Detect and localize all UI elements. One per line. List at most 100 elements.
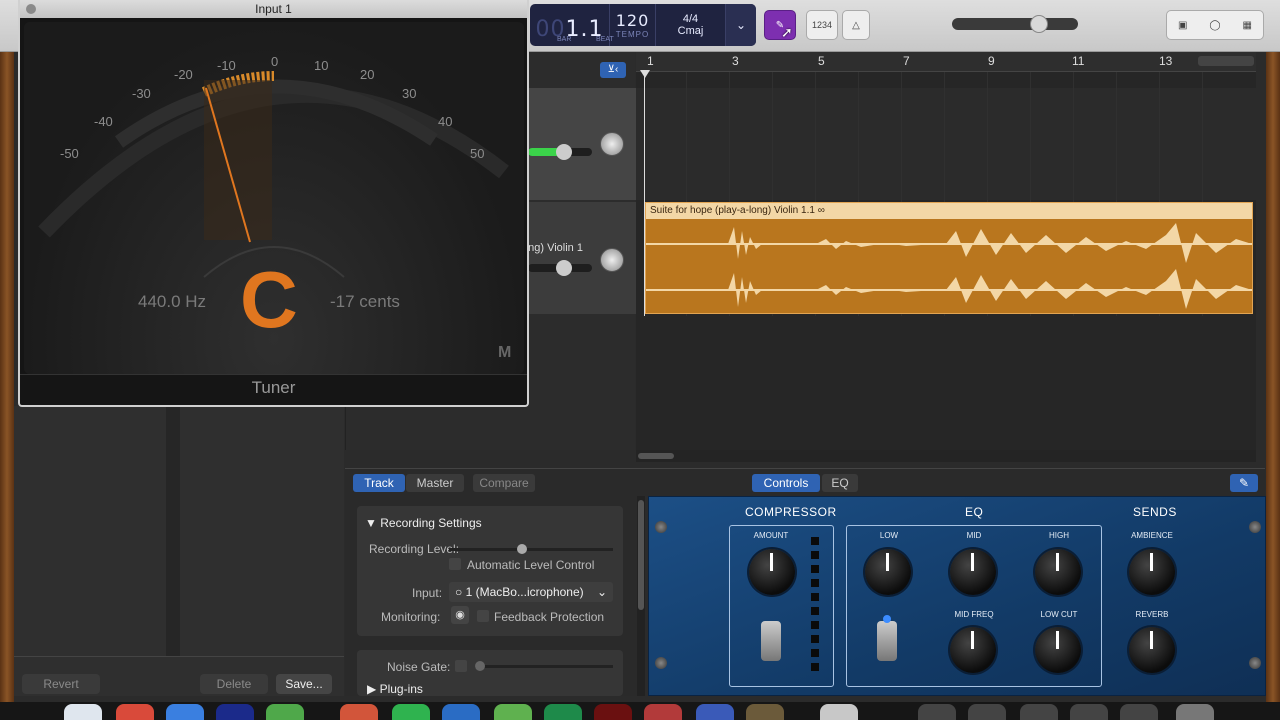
dock-app-icon[interactable]: [216, 704, 254, 720]
tempo-readout[interactable]: 120: [616, 11, 650, 30]
dock-app-icon[interactable]: [64, 704, 102, 720]
ruler-bar-1: 1: [647, 54, 654, 68]
dock-app-icon[interactable]: [696, 704, 734, 720]
track2-volume-slider[interactable]: [528, 260, 592, 276]
master-volume-thumb[interactable]: [1030, 15, 1048, 33]
dock-app-icon[interactable]: [644, 704, 682, 720]
close-window-button[interactable]: [26, 4, 36, 14]
monitoring-button[interactable]: ◉: [451, 606, 469, 624]
dock-app-icon[interactable]: [392, 704, 430, 720]
noise-gate-thumb[interactable]: [475, 661, 485, 671]
dock-app-icon[interactable]: [918, 704, 956, 720]
note-pad-icon[interactable]: ▣: [1178, 20, 1187, 31]
track1-volume-thumb[interactable]: [556, 144, 572, 160]
low-cut-label: LOW CUT: [1040, 610, 1078, 619]
ruler-bar-7: 7: [903, 54, 910, 68]
media-browser-icon[interactable]: ▦: [1243, 20, 1252, 31]
noise-gate-panel: Noise Gate: ▶ Plug-ins: [357, 650, 623, 696]
tab-master[interactable]: Master: [406, 474, 464, 492]
tab-track[interactable]: Track: [353, 474, 405, 492]
noise-gate-label: Noise Gate:: [387, 660, 451, 674]
amp-controls-rack: COMPRESSOR EQ SENDS AMOUNT LOW MID HIGH …: [648, 496, 1266, 696]
tab-controls[interactable]: Controls: [752, 474, 820, 492]
eq-toggle-switch[interactable]: [877, 615, 897, 661]
loop-browser-icon[interactable]: ◯: [1209, 20, 1220, 31]
dock-app-icon[interactable]: [442, 704, 480, 720]
ruler-bar-9: 9: [988, 54, 995, 68]
ruler[interactable]: 1 3 5 7 9 11 13: [636, 52, 1256, 72]
library-divider: [166, 406, 180, 656]
dock-app-icon[interactable]: [968, 704, 1006, 720]
region-header[interactable]: Suite for hope (play-a-long) Violin 1.1 …: [646, 203, 1252, 219]
trash-icon[interactable]: [1176, 704, 1214, 720]
horizontal-scroll-thumb[interactable]: [638, 453, 674, 459]
tab-eq[interactable]: EQ: [822, 474, 858, 492]
pencil-icon: ✎: [1238, 476, 1250, 490]
plugins-disclosure[interactable]: ▶ Plug-ins: [367, 682, 423, 696]
track2-name[interactable]: ong) Violin 1: [522, 242, 583, 254]
auto-level-checkbox[interactable]: [449, 558, 461, 570]
noise-gate-slider[interactable]: [475, 661, 613, 671]
mid-label: MID: [966, 531, 982, 540]
audio-region[interactable]: Suite for hope (play-a-long) Violin 1.1 …: [645, 202, 1253, 314]
amount-knob[interactable]: [749, 549, 795, 595]
lcd-mode-chevron-icon[interactable]: ⌄: [736, 18, 746, 32]
delete-button[interactable]: Delete: [200, 674, 268, 694]
master-volume-slider[interactable]: [952, 15, 1078, 33]
key-signature[interactable]: Cmaj: [678, 25, 704, 37]
track1-volume-slider[interactable]: [528, 144, 592, 160]
track-filter-button[interactable]: ⊻‹: [600, 62, 626, 78]
inspector-edit-button[interactable]: ✎: [1230, 474, 1258, 492]
dock-app-icon[interactable]: [116, 704, 154, 720]
recording-level-thumb[interactable]: [517, 544, 527, 554]
tuner-titlebar[interactable]: Input 1: [20, 0, 527, 18]
revert-button[interactable]: Revert: [22, 674, 100, 694]
high-knob[interactable]: [1035, 549, 1081, 595]
save-button[interactable]: Save...: [276, 674, 332, 694]
low-knob[interactable]: [865, 549, 911, 595]
zoom-slider[interactable]: [1198, 56, 1254, 66]
compressor-toggle-switch[interactable]: [761, 621, 781, 661]
horizontal-scrollbar[interactable]: [636, 450, 1256, 462]
low-cut-knob[interactable]: [1035, 627, 1081, 673]
mid-freq-knob[interactable]: [950, 627, 996, 673]
time-signature[interactable]: 4/4: [683, 13, 698, 25]
inspector-scroll-thumb[interactable]: [638, 500, 644, 610]
dock-app-icon[interactable]: [544, 704, 582, 720]
playhead-handle[interactable]: [640, 70, 650, 78]
dock-app-icon[interactable]: [1070, 704, 1108, 720]
empty-lane[interactable]: [636, 316, 1256, 450]
plugins-label: Plug-ins: [379, 682, 423, 696]
reverb-knob[interactable]: [1129, 627, 1175, 673]
recording-settings-disclosure[interactable]: ▼ Recording Settings: [365, 516, 482, 530]
track1-pan-knob[interactable]: [600, 132, 624, 156]
dock-app-icon[interactable]: [266, 704, 304, 720]
count-in-button[interactable]: 1234: [806, 10, 838, 40]
dock-app-icon[interactable]: [494, 704, 532, 720]
dock-app-icon[interactable]: [166, 704, 204, 720]
ambience-knob[interactable]: [1129, 549, 1175, 595]
dock-app-icon[interactable]: [820, 704, 858, 720]
tuner-mode-badge[interactable]: M: [498, 344, 511, 362]
inspector-scrollbar[interactable]: [637, 496, 645, 696]
rack-screw: [1249, 521, 1261, 533]
compare-button[interactable]: Compare: [473, 474, 535, 492]
dock-app-icon[interactable]: [340, 704, 378, 720]
input-select[interactable]: ○ 1 (MacBo...icrophone) ⌄: [449, 582, 613, 602]
reverb-label: REVERB: [1135, 610, 1169, 619]
track2-volume-thumb[interactable]: [556, 260, 572, 276]
ruler-bar-13: 13: [1159, 54, 1173, 68]
input-label: Input:: [412, 586, 443, 600]
tracks-area[interactable]: 1 3 5 7 9 11 13 Suite for hope (play-a-l…: [636, 52, 1256, 450]
metronome-button[interactable]: △: [842, 10, 870, 40]
dock-app-icon[interactable]: [1120, 704, 1158, 720]
feedback-protection-checkbox[interactable]: [477, 610, 489, 622]
mid-knob[interactable]: [950, 549, 996, 595]
track2-pan-knob[interactable]: [600, 248, 624, 272]
noise-gate-checkbox[interactable]: [455, 660, 467, 672]
dock-app-icon[interactable]: [1020, 704, 1058, 720]
cents-readout: -17 cents: [330, 292, 400, 311]
dock-app-icon[interactable]: [594, 704, 632, 720]
dock-app-icon[interactable]: [746, 704, 784, 720]
recording-level-slider[interactable]: [449, 544, 613, 554]
